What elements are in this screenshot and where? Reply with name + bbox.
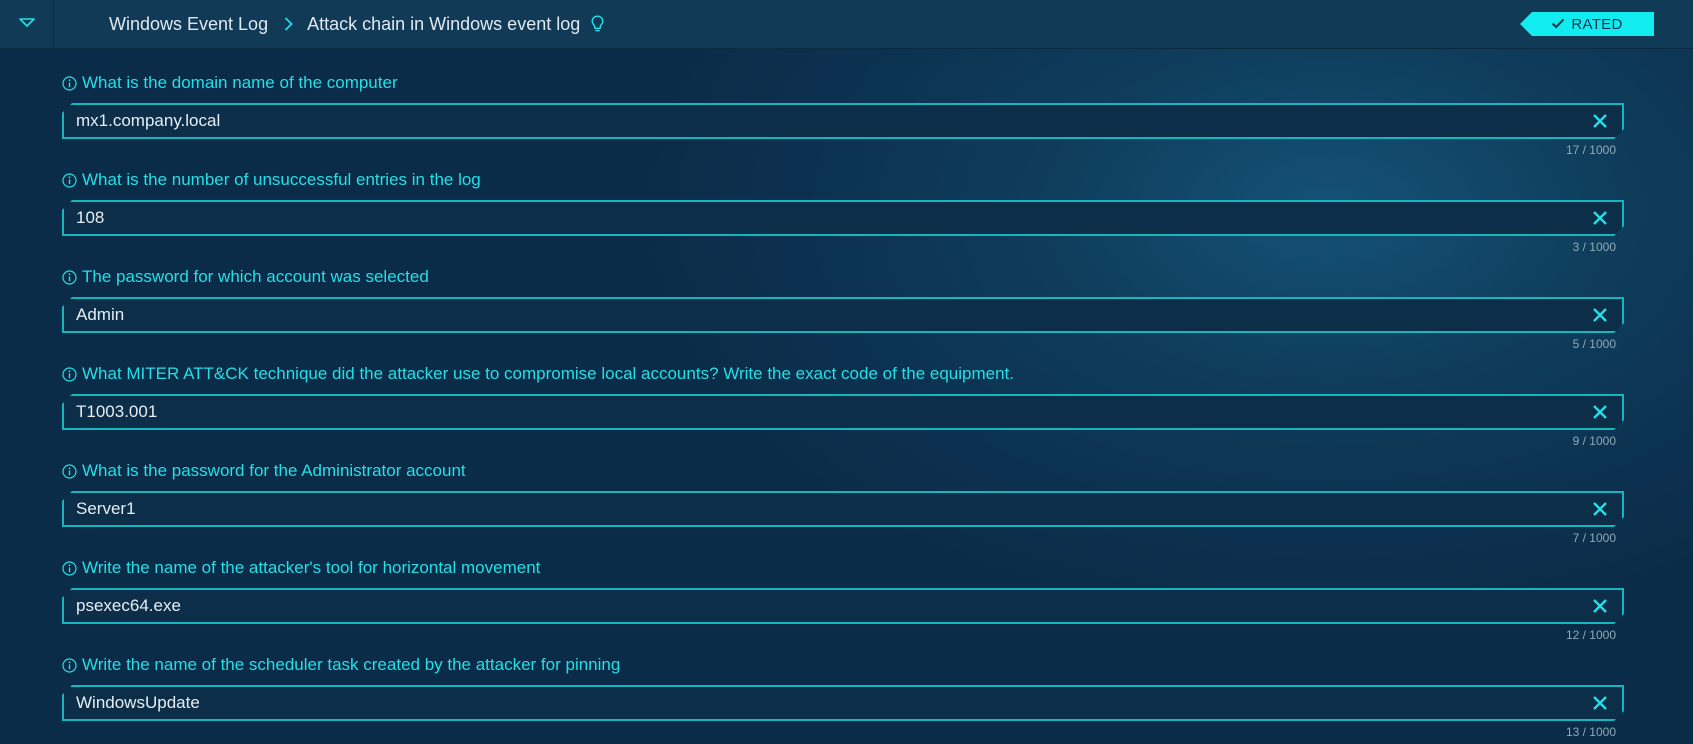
- question-text: What is the number of unsuccessful entri…: [82, 170, 481, 189]
- character-counter: 17 / 1000: [1565, 143, 1616, 157]
- question-label: The password for which account was selec…: [62, 264, 1626, 290]
- question-item: Write the name of the scheduler task cre…: [62, 652, 1626, 744]
- question-item: What is the domain name of the computer …: [62, 70, 1626, 167]
- question-text: The password for which account was selec…: [82, 267, 429, 286]
- character-counter: 7 / 1000: [1572, 531, 1616, 545]
- info-icon: [62, 560, 77, 576]
- answer-field: [62, 394, 1624, 430]
- character-counter: 12 / 1000: [1565, 628, 1616, 642]
- question-label: Write the name of the attacker's tool fo…: [62, 555, 1626, 581]
- info-icon: [62, 172, 77, 188]
- question-label: What is the password for the Administrat…: [62, 458, 1626, 484]
- question-item: The password for which account was selec…: [62, 264, 1626, 361]
- info-icon: [62, 657, 77, 673]
- question-label: Write the name of the scheduler task cre…: [62, 652, 1626, 678]
- rated-status-badge: RATED: [1520, 12, 1654, 36]
- question-text: What is the domain name of the computer: [82, 73, 398, 92]
- question-text: What is the password for the Administrat…: [82, 461, 466, 480]
- question-item: Write the name of the attacker's tool fo…: [62, 555, 1626, 652]
- close-icon[interactable]: [1590, 208, 1610, 228]
- answer-field: [62, 491, 1624, 527]
- info-icon: [62, 75, 77, 91]
- answer-input[interactable]: [76, 590, 1566, 622]
- question-item: What MITER ATT&CK technique did the atta…: [62, 361, 1626, 458]
- character-counter: 13 / 1000: [1565, 725, 1616, 739]
- close-icon[interactable]: [1590, 693, 1610, 713]
- status-badge-label: RATED: [1571, 15, 1623, 33]
- chevron-right-icon: [284, 17, 293, 31]
- answer-input[interactable]: [76, 299, 1566, 331]
- info-icon: [62, 366, 77, 382]
- question-text: Write the name of the scheduler task cre…: [82, 655, 621, 674]
- question-item: What is the number of unsuccessful entri…: [62, 167, 1626, 264]
- close-icon[interactable]: [1590, 305, 1610, 325]
- question-label: What is the number of unsuccessful entri…: [62, 167, 1626, 193]
- question-item: What is the password for the Administrat…: [62, 458, 1626, 555]
- answer-input[interactable]: [76, 493, 1566, 525]
- close-icon[interactable]: [1590, 499, 1610, 519]
- breadcrumb: Windows Event Log Attack chain in Window…: [109, 0, 604, 48]
- caret-down-icon: [18, 15, 35, 33]
- close-icon[interactable]: [1590, 111, 1610, 131]
- answer-field: [62, 297, 1624, 333]
- lightbulb-icon[interactable]: [591, 15, 604, 33]
- answer-field: [62, 685, 1624, 721]
- task-header: Windows Event Log Attack chain in Window…: [0, 0, 1693, 49]
- question-label: What MITER ATT&CK technique did the atta…: [62, 361, 1626, 387]
- close-icon[interactable]: [1590, 402, 1610, 422]
- collapse-toggle-button[interactable]: [0, 0, 54, 48]
- question-text: What MITER ATT&CK technique did the atta…: [82, 364, 1014, 383]
- character-counter: 3 / 1000: [1572, 240, 1616, 254]
- answer-input[interactable]: [76, 105, 1566, 137]
- check-icon: [1551, 16, 1571, 33]
- character-counter: 9 / 1000: [1572, 434, 1616, 448]
- answer-field: [62, 103, 1624, 139]
- breadcrumb-parent-link[interactable]: Windows Event Log: [109, 14, 268, 35]
- character-counter: 5 / 1000: [1572, 337, 1616, 351]
- question-label: What is the domain name of the computer: [62, 70, 1626, 96]
- answer-input[interactable]: [76, 202, 1566, 234]
- breadcrumb-current: Attack chain in Windows event log: [307, 13, 581, 34]
- answer-field: [62, 588, 1624, 624]
- info-icon: [62, 269, 77, 285]
- answer-input[interactable]: [76, 687, 1566, 719]
- answer-field: [62, 200, 1624, 236]
- question-list: What is the domain name of the computer …: [62, 70, 1626, 744]
- answer-input[interactable]: [76, 396, 1566, 428]
- close-icon[interactable]: [1590, 596, 1610, 616]
- question-text: Write the name of the attacker's tool fo…: [82, 558, 541, 577]
- info-icon: [62, 463, 77, 479]
